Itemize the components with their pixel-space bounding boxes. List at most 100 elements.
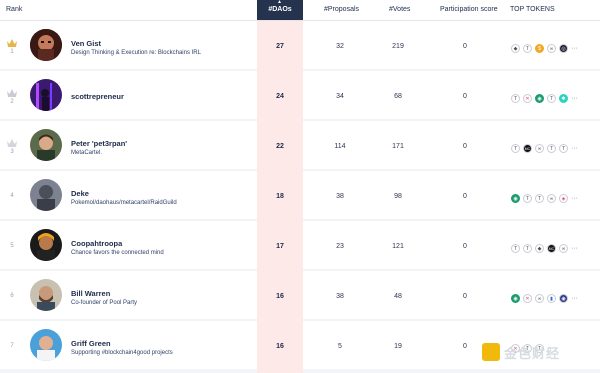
votes-count: 98: [394, 193, 402, 200]
more-tokens-icon[interactable]: ···: [571, 294, 578, 303]
green-token-icon[interactable]: ◉: [511, 293, 520, 303]
more-tokens-icon[interactable]: ···: [571, 44, 578, 53]
token-list: T MC ∞ T T ···: [511, 143, 578, 153]
rank-number: 1: [10, 49, 14, 55]
votes-count: 68: [394, 93, 402, 100]
participation-score: 0: [463, 43, 467, 50]
proposals-count: 38: [336, 193, 344, 200]
votes-count: 219: [392, 43, 404, 50]
more-tokens-icon[interactable]: ···: [571, 244, 578, 253]
user-name[interactable]: Coopahtroopa: [71, 239, 122, 248]
rank-number: 4: [10, 193, 14, 199]
token-icon[interactable]: T: [523, 243, 532, 253]
participation-score: 0: [463, 343, 467, 350]
token-icon[interactable]: T: [547, 143, 556, 153]
mc-token-icon[interactable]: MC: [547, 243, 556, 253]
table-row[interactable]: 2 scottrepreneur 24 34 68 0 T ✕ ◉ T ✱ ··…: [0, 71, 600, 119]
table-row[interactable]: 6 Bill Warren Co-founder of Pool Party 1…: [0, 271, 600, 319]
rank-number: 2: [10, 99, 14, 105]
green-token-icon[interactable]: ◉: [511, 193, 520, 203]
daos-header-sorted[interactable]: ▲ #DAOs: [257, 0, 303, 20]
daos-count: 27: [276, 43, 284, 50]
user-bio: Design Thinking & Execution re: Blockcha…: [71, 50, 201, 56]
proposals-count: 38: [336, 293, 344, 300]
token-list: ◆ T $ ∞ ◎ ···: [511, 43, 578, 53]
participation-score: 0: [463, 193, 467, 200]
token-icon[interactable]: T: [511, 93, 520, 103]
votes-header[interactable]: #Votes: [389, 0, 410, 20]
proposals-count: 114: [334, 143, 346, 150]
participation-score: 0: [463, 93, 467, 100]
coin-token-icon[interactable]: $: [535, 43, 544, 53]
token-icon[interactable]: T: [523, 193, 532, 203]
user-name[interactable]: scottrepreneur: [71, 92, 124, 101]
user-name[interactable]: Deke: [71, 189, 89, 198]
token-list: T T ◆ MC ∞ ···: [511, 243, 578, 253]
user-name[interactable]: Griff Green: [71, 339, 111, 348]
dao-token-icon[interactable]: ∞: [559, 243, 568, 253]
avatar[interactable]: [30, 179, 62, 211]
avatar[interactable]: [30, 329, 62, 361]
table-row[interactable]: 3 Peter 'pet3rpan' MetaCartel. 22 114 17…: [0, 121, 600, 169]
participation-score: 0: [463, 143, 467, 150]
token-icon[interactable]: T: [547, 93, 556, 103]
more-tokens-icon[interactable]: ···: [571, 94, 578, 103]
table-row[interactable]: 5 Coopahtroopa Chance favors the connect…: [0, 221, 600, 269]
crown-icon: [7, 89, 17, 97]
participation-header[interactable]: Participation score: [440, 0, 498, 20]
user-bio: Supporting #blockchain4good projects: [71, 350, 173, 356]
navy-token-icon[interactable]: ◉: [559, 293, 568, 303]
user-name[interactable]: Peter 'pet3rpan': [71, 139, 127, 148]
rank-number: 6: [10, 293, 14, 299]
blue-token-icon[interactable]: ▮: [547, 293, 556, 303]
daos-count: 17: [276, 243, 284, 250]
dao-token-icon[interactable]: ∞: [535, 143, 544, 153]
daos-count: 16: [276, 343, 284, 350]
participation-score: 0: [463, 243, 467, 250]
more-tokens-icon[interactable]: ···: [571, 144, 578, 153]
pink-token-icon[interactable]: ✕: [523, 293, 532, 303]
table-row[interactable]: 1 Ven Gist Design Thinking & Execution r…: [0, 21, 600, 69]
table-row[interactable]: 4 Deke Pokemol/daohaus/metacartel/RaidGu…: [0, 171, 600, 219]
avatar[interactable]: [30, 129, 62, 161]
rank-number: 3: [10, 149, 14, 155]
avatar[interactable]: [30, 279, 62, 311]
user-bio: MetaCartel.: [71, 150, 103, 156]
user-bio: Co-founder of Pool Party: [71, 300, 138, 306]
teal-token-icon[interactable]: ✱: [559, 93, 568, 103]
token-list: ◉ T T ∞ ◈ ···: [511, 193, 578, 203]
daos-header-label: #DAOs: [268, 6, 292, 13]
token-icon[interactable]: T: [511, 243, 520, 253]
mc-token-icon[interactable]: MC: [523, 143, 532, 153]
avatar[interactable]: [30, 29, 62, 61]
dao-token-icon[interactable]: ∞: [547, 43, 556, 53]
user-name[interactable]: Bill Warren: [71, 289, 110, 298]
proposals-count: 34: [336, 93, 344, 100]
token-icon[interactable]: T: [523, 43, 532, 53]
eth-token-icon[interactable]: ◆: [535, 243, 544, 253]
dark-token-icon[interactable]: ◎: [559, 43, 568, 53]
token-icon[interactable]: T: [511, 143, 520, 153]
pink-token-icon[interactable]: ✕: [523, 93, 532, 103]
avatar[interactable]: [30, 229, 62, 261]
green-token-icon[interactable]: ◉: [535, 93, 544, 103]
proposals-count: 5: [338, 343, 342, 350]
watermark-logo-icon: [482, 343, 500, 361]
user-bio: Pokemol/daohaus/metacartel/RaidGuild: [71, 200, 177, 206]
votes-count: 48: [394, 293, 402, 300]
rank-number: 5: [10, 243, 14, 249]
user-name[interactable]: Ven Gist: [71, 39, 101, 48]
avatar[interactable]: [30, 79, 62, 111]
dao-token-icon[interactable]: ∞: [535, 293, 544, 303]
pink-token-icon[interactable]: ◈: [559, 193, 568, 203]
token-icon[interactable]: T: [535, 193, 544, 203]
votes-count: 171: [392, 143, 404, 150]
more-tokens-icon[interactable]: ···: [571, 194, 578, 203]
rank-header[interactable]: Rank: [6, 0, 22, 20]
daos-count: 16: [276, 293, 284, 300]
proposals-count: 23: [336, 243, 344, 250]
eth-token-icon[interactable]: ◆: [511, 43, 520, 53]
proposals-header[interactable]: #Proposals: [324, 0, 359, 20]
token-icon[interactable]: T: [559, 143, 568, 153]
dao-token-icon[interactable]: ∞: [547, 193, 556, 203]
